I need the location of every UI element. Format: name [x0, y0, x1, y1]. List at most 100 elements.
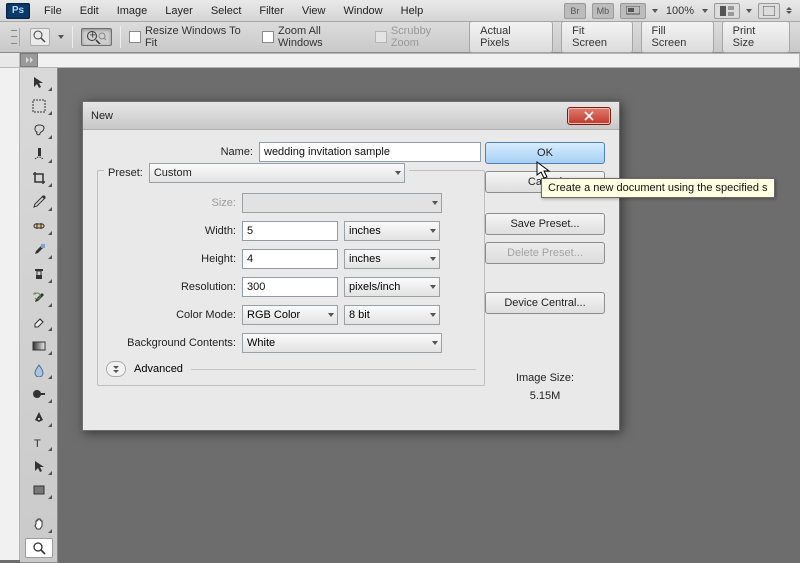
menu-layer[interactable]: Layer	[157, 2, 201, 20]
arrange-docs-button[interactable]	[714, 3, 740, 19]
resize-windows-checkbox[interactable]: Resize Windows To Fit	[129, 25, 254, 49]
colormode-combo[interactable]: RGB Color	[242, 305, 338, 325]
ok-label: OK	[537, 147, 553, 159]
chevron-double-down-icon	[113, 366, 119, 373]
history-brush-tool[interactable]	[25, 288, 53, 308]
lasso-tool[interactable]	[25, 120, 53, 140]
minibridge-button[interactable]: Mb	[592, 3, 614, 19]
zoom-in-mode-button[interactable]: +	[81, 28, 113, 46]
screenmode-button[interactable]	[620, 3, 646, 19]
vertical-ruler[interactable]	[0, 68, 20, 560]
brush-tool[interactable]	[25, 240, 53, 260]
caret-down-icon	[432, 341, 438, 345]
menu-window[interactable]: Window	[336, 2, 391, 20]
divider	[191, 369, 476, 370]
width-label: Width:	[106, 225, 236, 237]
fill-screen-button[interactable]: Fill Screen	[641, 21, 714, 53]
delete-preset-button: Delete Preset...	[485, 242, 605, 264]
preset-combo[interactable]: Custom	[149, 163, 405, 183]
resolution-unit-combo[interactable]: pixels/inch	[344, 277, 440, 297]
scrubby-zoom-label: Scrubby Zoom	[391, 25, 461, 49]
eraser-tool[interactable]	[25, 312, 53, 332]
path-selection-tool[interactable]	[25, 456, 53, 476]
tool-preset-button[interactable]	[30, 28, 50, 46]
menubar: Ps File Edit Image Layer Select Filter V…	[0, 0, 800, 22]
photoshop-badge: Ps	[6, 3, 30, 19]
menu-help[interactable]: Help	[393, 2, 432, 20]
blur-tool[interactable]	[25, 360, 53, 380]
height-unit-value: inches	[349, 253, 381, 265]
toolbox-collapse[interactable]	[20, 53, 38, 67]
image-size-label: Image Size:	[485, 372, 605, 384]
type-tool[interactable]: T	[25, 432, 53, 452]
preset-value: Custom	[154, 167, 192, 179]
resolution-label: Resolution:	[106, 281, 236, 293]
svg-text:+: +	[90, 30, 96, 42]
print-size-button[interactable]: Print Size	[722, 21, 790, 53]
caret-down-icon	[430, 313, 436, 317]
horizontal-ruler[interactable]	[20, 53, 800, 68]
image-size-info: Image Size: 5.15M	[485, 372, 605, 402]
menu-image[interactable]: Image	[109, 2, 156, 20]
menu-filter[interactable]: Filter	[251, 2, 291, 20]
bridge-launch-button[interactable]: Br	[564, 3, 586, 19]
move-tool[interactable]	[25, 72, 53, 92]
delete-preset-label: Delete Preset...	[507, 247, 583, 259]
caret-down-icon	[702, 9, 708, 13]
device-central-label: Device Central...	[504, 297, 585, 309]
zoom-in-icon: +	[86, 30, 106, 44]
width-unit-combo[interactable]: inches	[344, 221, 440, 241]
menu-file[interactable]: File	[36, 2, 70, 20]
bitdepth-combo[interactable]: 8 bit	[344, 305, 440, 325]
caret-down-icon	[328, 313, 334, 317]
height-field[interactable]	[242, 249, 338, 269]
zoom-tool[interactable]	[25, 538, 53, 558]
advanced-toggle[interactable]	[106, 361, 126, 377]
workspace-switcher[interactable]	[758, 3, 780, 19]
healing-tool[interactable]	[25, 216, 53, 236]
quick-select-tool[interactable]	[25, 144, 53, 164]
caret-down-icon	[395, 171, 401, 175]
close-button[interactable]	[567, 107, 611, 125]
toolbox: T	[20, 68, 58, 563]
bgcontents-value: White	[247, 337, 275, 349]
pen-tool[interactable]	[25, 408, 53, 428]
resolution-field[interactable]	[242, 277, 338, 297]
marquee-tool[interactable]	[25, 96, 53, 116]
height-label: Height:	[106, 253, 236, 265]
height-unit-combo[interactable]: inches	[344, 249, 440, 269]
zoom-level[interactable]: 100%	[666, 5, 694, 17]
name-label: Name:	[97, 146, 253, 158]
hand-tool[interactable]	[25, 514, 53, 534]
eyedropper-tool[interactable]	[25, 192, 53, 212]
rectangle-tool[interactable]	[25, 480, 53, 500]
ok-button[interactable]: OK	[485, 142, 605, 164]
dialog-titlebar[interactable]: New	[83, 102, 619, 130]
preset-label: Preset:	[108, 167, 143, 179]
name-field[interactable]	[259, 142, 481, 162]
dialog-buttons: OK Cancel Save Preset... Delete Preset..…	[485, 142, 605, 314]
clone-stamp-tool[interactable]	[25, 264, 53, 284]
menubar-right: Br Mb 100%	[564, 3, 800, 19]
colormode-label: Color Mode:	[106, 309, 236, 321]
width-field[interactable]	[242, 221, 338, 241]
gripper[interactable]	[10, 28, 20, 46]
menu-view[interactable]: View	[294, 2, 334, 20]
caret-down-icon	[58, 35, 64, 39]
fit-screen-button[interactable]: Fit Screen	[561, 21, 632, 53]
bgcontents-combo[interactable]: White	[242, 333, 442, 353]
device-central-button[interactable]: Device Central...	[485, 292, 605, 314]
ruler-origin[interactable]	[0, 53, 20, 68]
menu-edit[interactable]: Edit	[72, 2, 107, 20]
menu-select[interactable]: Select	[203, 2, 250, 20]
gradient-tool[interactable]	[25, 336, 53, 356]
crop-tool[interactable]	[25, 168, 53, 188]
zoom-icon	[33, 30, 47, 44]
save-preset-label: Save Preset...	[510, 218, 579, 230]
zoom-all-checkbox[interactable]: Zoom All Windows	[262, 25, 367, 49]
actual-pixels-button[interactable]: Actual Pixels	[469, 21, 553, 53]
caret-down-icon	[746, 9, 752, 13]
save-preset-button[interactable]: Save Preset...	[485, 213, 605, 235]
dodge-tool[interactable]	[25, 384, 53, 404]
advanced-label: Advanced	[134, 363, 183, 375]
